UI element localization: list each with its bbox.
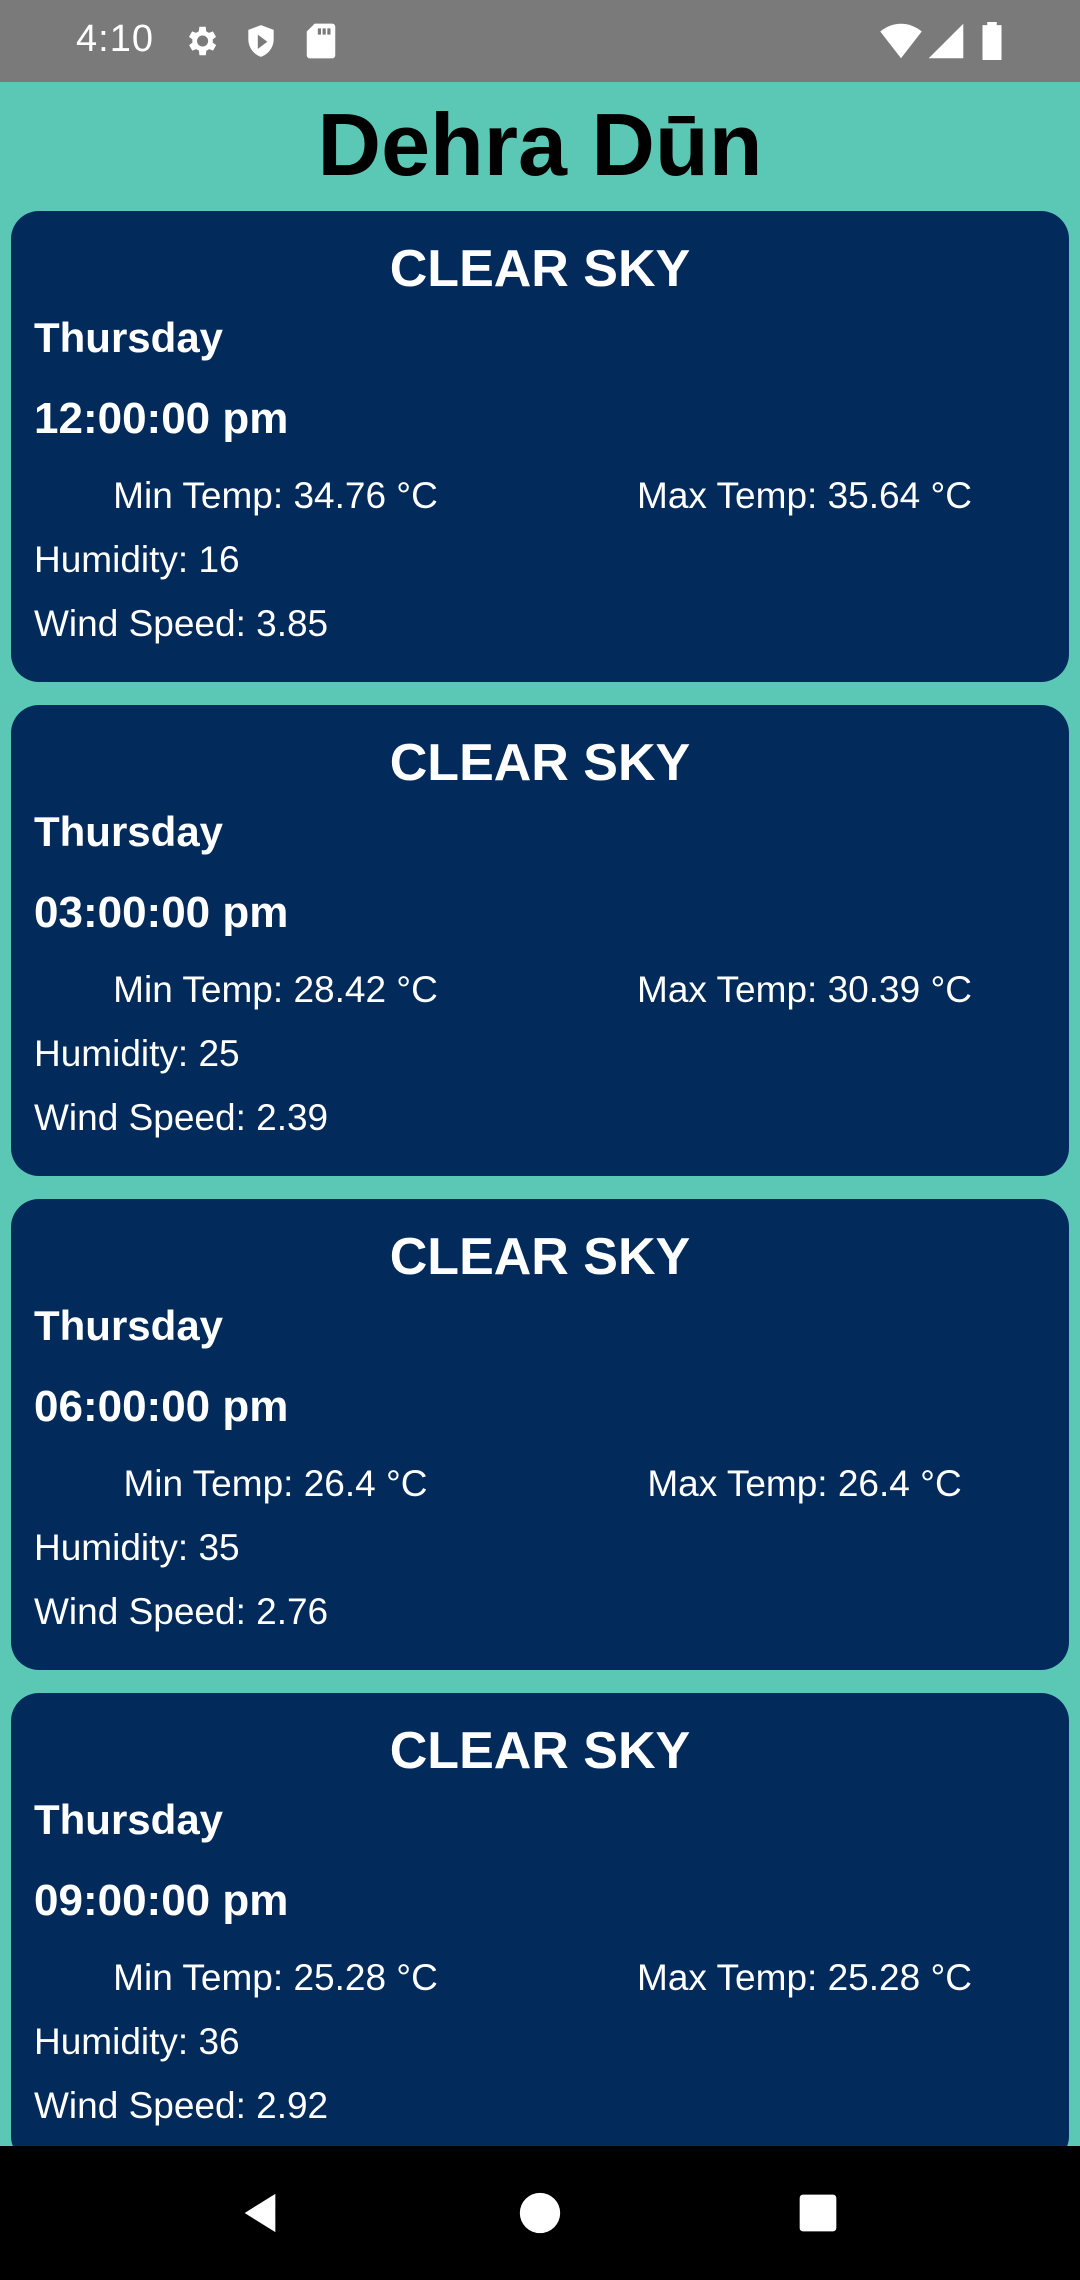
battery-icon: [980, 22, 1004, 65]
status-bar: 4:10: [0, 0, 1080, 82]
weather-condition: CLEAR SKY: [389, 1228, 691, 1286]
back-icon: [244, 2193, 276, 2233]
forecast-card[interactable]: CLEAR SKY Thursday 03:00:00 pm Min Temp:…: [11, 705, 1069, 1176]
humidity: Humidity: 16: [34, 539, 240, 580]
min-temp: Min Temp: 28.42 °C: [113, 969, 438, 1010]
max-temp: Max Temp: 26.4 °C: [647, 1463, 962, 1504]
wind-speed: Wind Speed: 2.76: [34, 1591, 329, 1632]
weather-condition: CLEAR SKY: [389, 240, 691, 298]
min-temp: Min Temp: 25.28 °C: [113, 1957, 438, 1998]
forecast-day: Thursday: [34, 1796, 224, 1843]
wifi-icon: [880, 22, 922, 65]
forecast-card[interactable]: CLEAR SKY Thursday 09:00:00 pm Min Temp:…: [11, 1693, 1069, 2164]
forecast-time: 03:00:00 pm: [34, 888, 289, 937]
sd-card-icon: [304, 22, 338, 65]
weather-condition: CLEAR SKY: [389, 1722, 691, 1780]
home-button[interactable]: [490, 2146, 590, 2280]
min-temp: Min Temp: 26.4 °C: [123, 1463, 428, 1504]
navigation-bar: [0, 2146, 1080, 2280]
forecast-card[interactable]: CLEAR SKY Thursday 12:00:00 pm Min Temp:…: [11, 211, 1069, 682]
status-time: 4:10: [76, 18, 154, 60]
max-temp: Max Temp: 35.64 °C: [637, 475, 972, 516]
humidity: Humidity: 36: [34, 2021, 240, 2062]
forecast-time: 09:00:00 pm: [34, 1876, 289, 1925]
forecast-time: 12:00:00 pm: [34, 394, 289, 443]
city-title: Dehra Dūn: [317, 95, 763, 194]
forecast-card[interactable]: CLEAR SKY Thursday 06:00:00 pm Min Temp:…: [11, 1199, 1069, 1670]
wind-speed: Wind Speed: 2.39: [34, 1097, 329, 1138]
recents-icon: [799, 2194, 837, 2232]
max-temp: Max Temp: 30.39 °C: [637, 969, 972, 1010]
shield-icon: [242, 22, 280, 65]
wind-speed: Wind Speed: 2.92: [34, 2085, 329, 2126]
humidity: Humidity: 25: [34, 1033, 240, 1074]
signal-icon: [928, 22, 964, 65]
forecast-day: Thursday: [34, 1302, 224, 1349]
forecast-day: Thursday: [34, 314, 224, 361]
min-temp: Min Temp: 34.76 °C: [113, 475, 438, 516]
forecast-list[interactable]: CLEAR SKY Thursday 12:00:00 pm Min Temp:…: [11, 211, 1069, 2187]
humidity: Humidity: 35: [34, 1527, 240, 1568]
forecast-time: 06:00:00 pm: [34, 1382, 289, 1431]
wind-speed: Wind Speed: 3.85: [34, 603, 329, 644]
weather-condition: CLEAR SKY: [389, 734, 691, 792]
home-icon: [519, 2192, 561, 2234]
max-temp: Max Temp: 25.28 °C: [637, 1957, 972, 1998]
gear-icon: [182, 22, 220, 65]
back-button[interactable]: [210, 2146, 310, 2280]
recents-button[interactable]: [768, 2146, 868, 2280]
forecast-day: Thursday: [34, 808, 224, 855]
